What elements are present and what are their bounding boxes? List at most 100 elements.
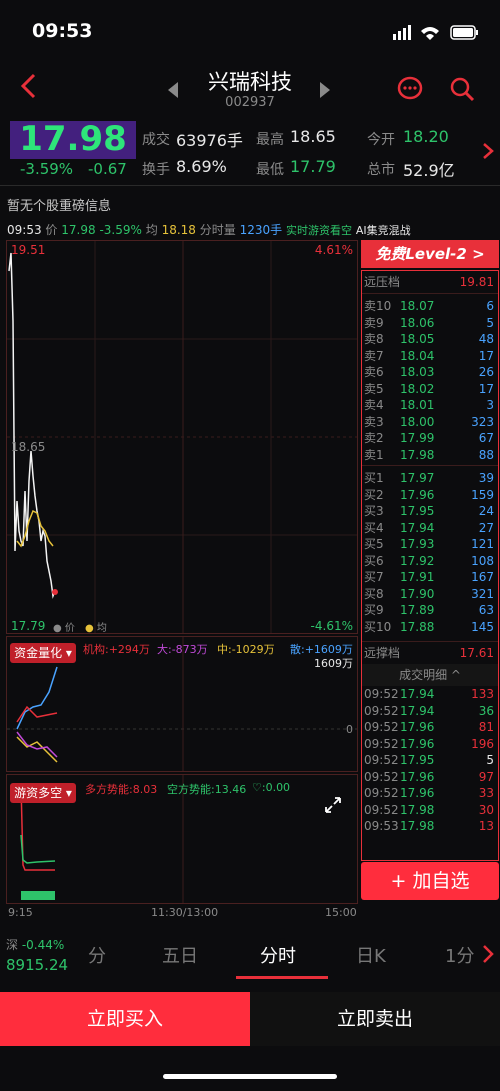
info-avg: 18.18	[161, 223, 196, 237]
stock-code: 002937	[225, 95, 275, 110]
trade-row: 09:52 17.95 5	[362, 752, 498, 769]
link-youzi[interactable]: 实时游资看空	[286, 224, 352, 237]
trade-row: 09:52 17.94 133	[362, 686, 498, 703]
info-pct: -3.59%	[99, 223, 142, 237]
legend-price: ● 价	[53, 623, 75, 634]
far-sell-value: 19.81	[459, 275, 494, 289]
tab-daily-k[interactable]: 日K	[356, 942, 386, 968]
level-price: 17.94	[400, 520, 435, 535]
level-label: 买3	[364, 504, 384, 518]
youzi-button[interactable]: 游资多空 ▾	[10, 783, 76, 803]
level-price: 17.99	[400, 431, 435, 445]
notice-text[interactable]: 暂无个股重磅信息	[7, 195, 111, 214]
level-volume: 6	[486, 299, 494, 313]
tab-1min[interactable]: 1分	[445, 942, 474, 968]
sell-button[interactable]: 立即卖出	[250, 992, 500, 1046]
expand-quote-icon[interactable]	[482, 142, 494, 164]
sell-levels: 卖10 18.07 6 卖9 18.06 5 卖8 18.05 48 卖7 18.04 17 卖6 18.…	[362, 294, 498, 463]
level-label: 卖8	[364, 332, 384, 346]
trade-volume: 97	[478, 769, 494, 784]
far-buy-value: 17.61	[459, 646, 494, 660]
level-price: 18.03	[400, 365, 435, 379]
value-volume: 63976手	[176, 131, 243, 150]
trade-row: 09:53 17.98 13	[362, 818, 498, 835]
level-price: 18.02	[400, 381, 435, 396]
level-label: 卖5	[364, 381, 384, 396]
change-pct: -3.59%	[20, 160, 74, 178]
level-price: 17.96	[400, 487, 435, 502]
level-price: 17.98	[400, 447, 435, 462]
info-avg-label: 均	[145, 223, 158, 237]
trade-time: 09:53	[364, 819, 399, 833]
sell-level-row: 卖4 18.01 3	[362, 397, 498, 414]
trade-volume: 81	[478, 720, 494, 734]
level-label: 卖3	[364, 414, 384, 429]
label-mktcap: 总市	[367, 162, 395, 178]
trade-time: 09:52	[364, 703, 399, 718]
tab-min[interactable]: 分	[88, 942, 106, 968]
price-line	[8, 252, 56, 599]
label-turnover: 换手	[142, 162, 170, 178]
next-stock-icon[interactable]	[320, 82, 330, 98]
level2-button[interactable]: 免费Level-2 >	[361, 240, 499, 268]
chart-bottom-pct: -4.61%	[310, 619, 353, 633]
buy-button[interactable]: 立即买入	[0, 992, 250, 1046]
sell-level-row: 卖5 18.02 17	[362, 381, 498, 398]
trade-price: 17.96	[400, 769, 435, 784]
trades-title[interactable]: 成交明细 ^	[362, 664, 498, 686]
link-ai[interactable]: AI集竞混战	[356, 224, 411, 237]
level-label: 卖1	[364, 447, 384, 462]
level-label: 买9	[364, 603, 384, 617]
level-label: 卖2	[364, 431, 384, 445]
divider	[0, 185, 500, 186]
trade-price: 17.98	[400, 819, 435, 833]
intraday-chart[interactable]: 19.51 4.61% 18.65 17.79 -4.61% ● 价 ● 均	[6, 240, 358, 634]
info-vol-label: 分时量	[199, 223, 236, 237]
buy-level-row: 买9 17.89 63	[362, 602, 498, 619]
level-price: 18.01	[400, 398, 435, 412]
level-volume: 48	[478, 332, 494, 346]
trade-price: 17.96	[400, 736, 435, 751]
info-vol: 1230手	[239, 223, 283, 237]
tabs-more-icon[interactable]	[482, 944, 494, 968]
level-label: 卖6	[364, 365, 384, 379]
trade-price: 17.98	[400, 802, 435, 817]
fullscreen-icon[interactable]	[323, 795, 343, 819]
change-value: -0.67	[88, 160, 127, 178]
trade-time: 09:52	[364, 753, 399, 767]
buy-level-row: 买8 17.90 321	[362, 586, 498, 603]
tab-intraday[interactable]: 分时	[260, 942, 296, 968]
label-open: 今开	[367, 132, 395, 148]
add-watchlist-button[interactable]: + 加自选	[361, 862, 499, 900]
info-time: 09:53	[7, 223, 42, 237]
level-label: 买2	[364, 487, 384, 502]
status-icons	[393, 24, 483, 46]
trade-volume: 133	[471, 687, 494, 701]
value-mktcap: 52.9亿	[403, 161, 455, 180]
fund-quant-button[interactable]: 资金量化 ▾	[10, 643, 76, 663]
value-turnover: 8.69%	[176, 157, 227, 176]
level-price: 17.88	[400, 619, 435, 634]
trade-row: 09:52 17.94 36	[362, 703, 498, 720]
level-label: 买7	[364, 570, 384, 584]
buy-level-row: 买10 17.88 145	[362, 619, 498, 636]
level-volume: 167	[471, 570, 494, 584]
chart-top-price: 19.51	[11, 243, 46, 257]
level-volume: 17	[478, 381, 494, 396]
level-volume: 67	[478, 431, 494, 445]
prev-stock-icon[interactable]	[168, 82, 178, 98]
home-indicator	[163, 1074, 337, 1079]
search-icon[interactable]	[450, 77, 476, 107]
stock-name: 兴瑞科技	[208, 70, 292, 94]
tab-5day[interactable]: 五日	[162, 942, 198, 968]
sell-level-row: 卖3 18.00 323	[362, 414, 498, 431]
buy-level-row: 买1 17.97 39	[362, 470, 498, 487]
trade-row: 09:52 17.96 33	[362, 785, 498, 802]
chat-icon[interactable]	[397, 76, 425, 106]
fund-inst: 机构:+294万	[83, 643, 150, 656]
buy-level-row: 买5 17.93 121	[362, 536, 498, 553]
sell-level-row: 卖7 18.04 17	[362, 348, 498, 365]
label-low: 最低	[256, 162, 284, 178]
level-volume: 26	[478, 365, 494, 379]
index-pct: -0.44%	[21, 938, 65, 952]
